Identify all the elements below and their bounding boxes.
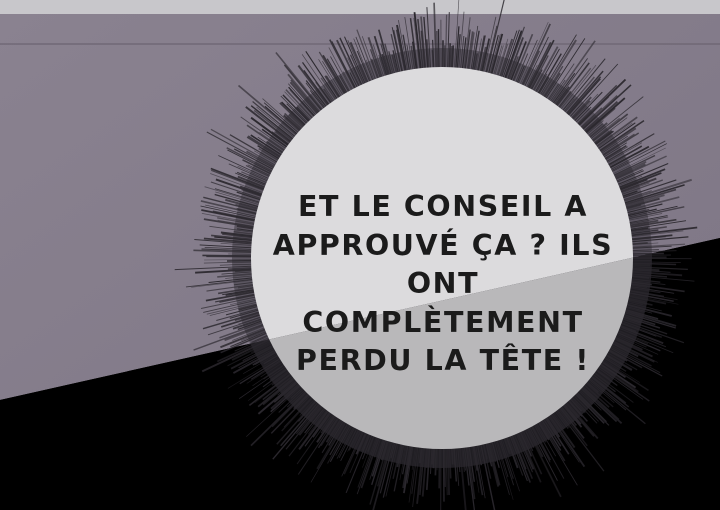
speech-bubble-text: ET LE CONSEIL A APPROUVÉ ÇA ? ILS ONT CO… xyxy=(272,190,614,377)
comic-panel: ET LE CONSEIL A APPROUVÉ ÇA ? ILS ONT CO… xyxy=(0,0,720,510)
burst-spike xyxy=(438,443,441,489)
burst-spike xyxy=(436,30,439,73)
burst-spike xyxy=(442,443,445,502)
burst-spike xyxy=(437,29,440,73)
burst-spike xyxy=(202,254,257,257)
burst-spike xyxy=(627,252,664,255)
burst-spike xyxy=(443,443,446,488)
top-strip xyxy=(0,0,720,14)
